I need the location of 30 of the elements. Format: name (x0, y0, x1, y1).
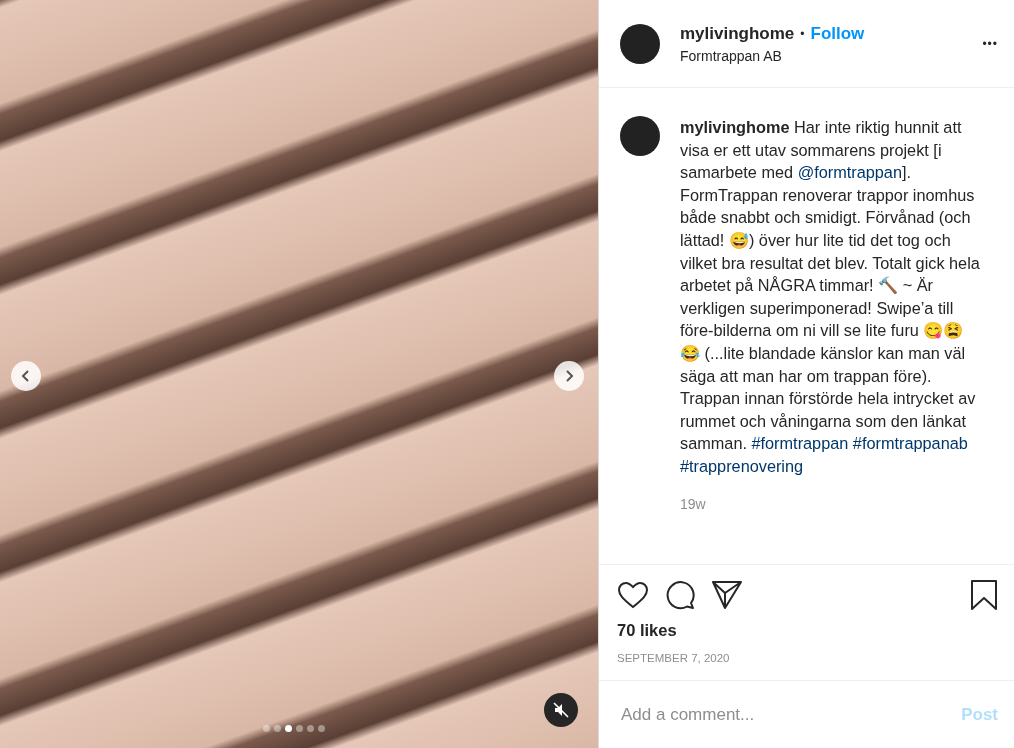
speaker-muted-icon (553, 702, 569, 718)
avatar[interactable] (620, 116, 660, 156)
paper-plane-icon (711, 580, 743, 610)
hashtag-link[interactable]: #trapprenovering (680, 456, 804, 475)
avatar[interactable] (620, 23, 660, 64)
hashtag-link[interactable]: #formtrappanab (852, 434, 968, 453)
username-link[interactable]: mylivinghome (680, 118, 790, 136)
location-link[interactable]: Formtrappan AB (680, 47, 963, 64)
previous-button[interactable] (11, 361, 41, 391)
chevron-right-icon (564, 369, 574, 383)
post-age: 19w (680, 495, 707, 512)
mute-button[interactable] (544, 693, 578, 727)
bookmark-icon (970, 579, 998, 611)
next-button[interactable] (554, 361, 584, 391)
more-options-button[interactable]: ••• (982, 36, 998, 51)
comment-field[interactable]: Add a comment... (619, 703, 962, 726)
heart-icon (617, 581, 649, 609)
separator-dot: • (800, 26, 805, 41)
chevron-left-icon (21, 369, 31, 383)
share-button[interactable] (711, 580, 743, 610)
hashtag-link[interactable]: #formtrappan (751, 434, 849, 453)
mention-link[interactable]: @formtrappan (797, 163, 902, 182)
speech-bubble-icon (665, 580, 695, 610)
likes-count[interactable]: 70 likes (617, 621, 998, 640)
username-link[interactable]: mylivinghome (680, 23, 795, 44)
save-button[interactable] (970, 579, 998, 611)
caption-text: mylivinghome Har inte riktig hunnit att visa er ett utav sommarens projekt [i samarbete med @formtrappan]. FormTrappan renoverar trappor inomhus både snabbt och smidigt. Förvånad (och lättad! 😅) över hur lite tid det tog och vilket bra resultat det blev. Totalt gick hela arbetet på NÅGRA timmar! 🔨 ~ Är verkligen superimponerad! Swipe’a till före-bilderna om ni vill se lite furu 😋😫😂 (...lite blandade känslor kan man väl säga att man har om trappan före). Trappan innan förstörde hela intrycket av rummet och våningarna som den länkat samman. #formtrappan #formtrappanab #trapprenovering (680, 117, 980, 477)
comment-button[interactable] (665, 580, 695, 610)
post-date: SEPTEMBER 7, 2020 (617, 652, 731, 664)
like-button[interactable] (617, 581, 649, 609)
